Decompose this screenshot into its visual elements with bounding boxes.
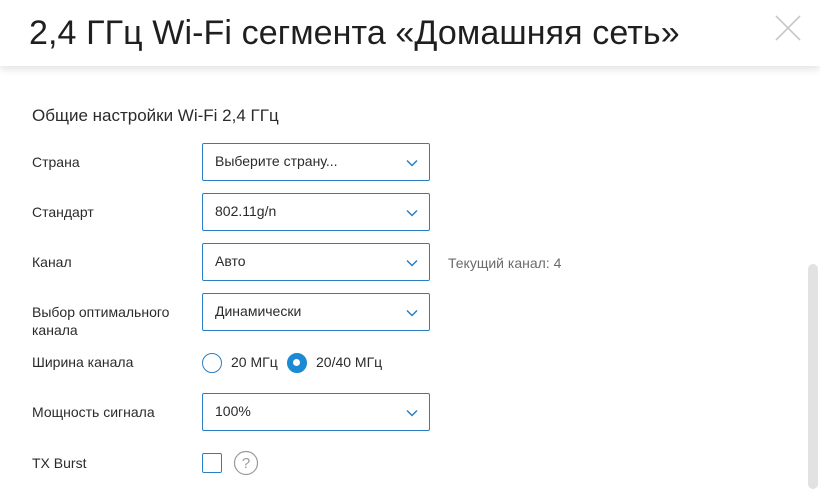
signal-power-value: 100% xyxy=(215,403,251,419)
standard-select[interactable]: 802.11g/n xyxy=(202,193,430,231)
optimal-channel-value: Динамически xyxy=(215,303,302,319)
country-value: Выберите страну... xyxy=(215,153,338,169)
radio-20mhz-label[interactable]: 20 МГц xyxy=(231,354,278,370)
svg-text:?: ? xyxy=(242,455,250,472)
chevron-down-icon xyxy=(406,159,418,167)
country-label: Страна xyxy=(32,154,80,170)
chevron-down-icon xyxy=(406,309,418,317)
radio-20-40mhz-label[interactable]: 20/40 МГц xyxy=(316,354,382,370)
section-title: Общие настройки Wi-Fi 2,4 ГГц xyxy=(32,106,279,125)
standard-label: Стандарт xyxy=(32,204,94,220)
radio-20mhz[interactable] xyxy=(202,353,222,373)
tx-burst-label: TX Burst xyxy=(32,455,87,471)
country-select[interactable]: Выберите страну... xyxy=(202,143,430,181)
radio-20-40mhz[interactable] xyxy=(287,353,307,373)
close-button[interactable] xyxy=(772,12,804,44)
help-icon[interactable]: ? xyxy=(233,450,259,476)
current-channel-hint: Текущий канал: 4 xyxy=(448,255,562,271)
close-icon[interactable] xyxy=(772,12,804,44)
tx-burst-checkbox[interactable] xyxy=(202,453,222,473)
standard-value: 802.11g/n xyxy=(215,203,277,219)
page-title: 2,4 ГГц Wi-Fi сегмента «Домашняя сеть» xyxy=(29,14,680,52)
chevron-down-icon xyxy=(406,259,418,267)
channel-width-label: Ширина канала xyxy=(32,354,134,370)
optimal-channel-select[interactable]: Динамически xyxy=(202,293,430,331)
channel-label: Канал xyxy=(32,254,72,270)
signal-power-label: Мощность сигнала xyxy=(32,404,155,420)
optimal-channel-label: Выбор оптимального канала xyxy=(32,304,170,338)
scrollbar-thumb[interactable] xyxy=(808,264,818,489)
chevron-down-icon xyxy=(406,409,418,417)
signal-power-select[interactable]: 100% xyxy=(202,393,430,431)
channel-value: Авто xyxy=(215,253,246,269)
dialog-header: 2,4 ГГц Wi-Fi сегмента «Домашняя сеть» xyxy=(0,0,820,66)
chevron-down-icon xyxy=(406,209,418,217)
channel-select[interactable]: Авто xyxy=(202,243,430,281)
